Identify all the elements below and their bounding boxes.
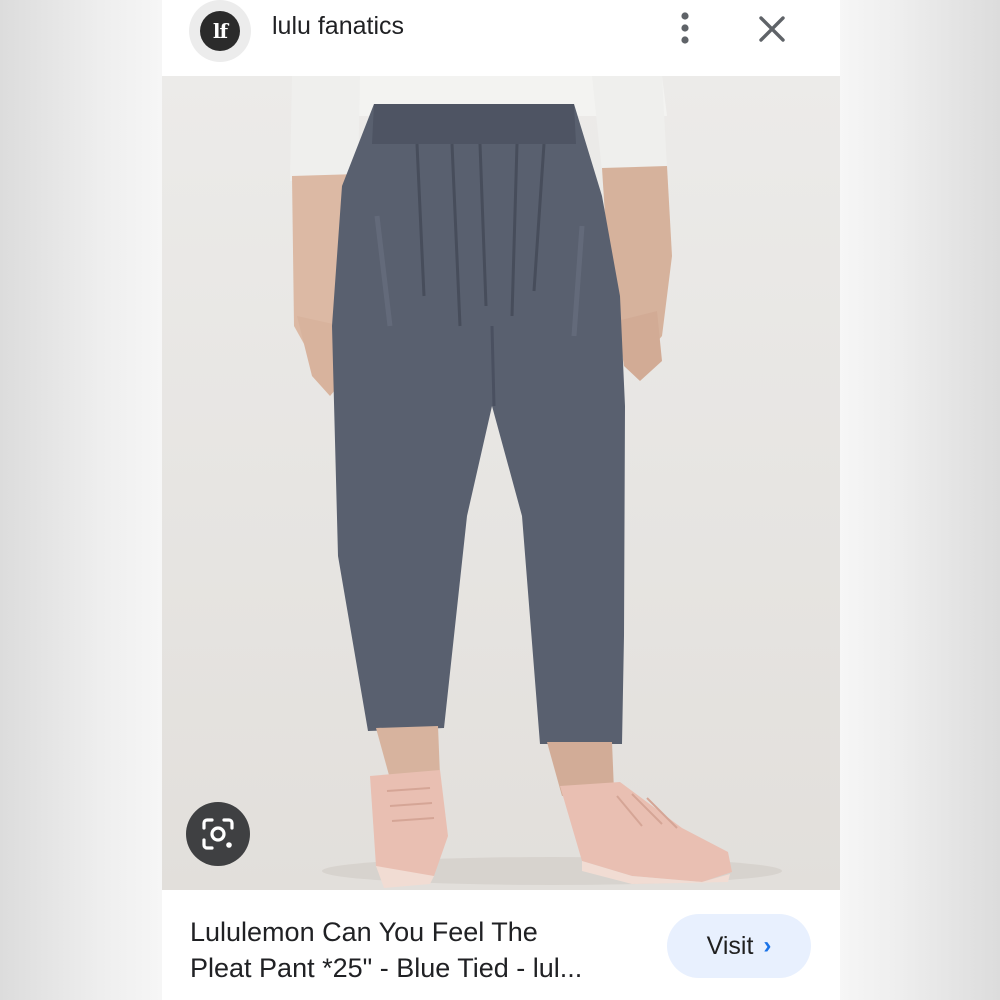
result-footer: Lululemon Can You Feel The Pleat Pant *2… [162,890,840,1000]
google-lens-icon [202,818,234,850]
chevron-right-icon: › [763,932,772,959]
more-options-button[interactable] [670,10,700,50]
google-lens-button[interactable] [186,802,250,866]
source-name[interactable]: lulu fanatics [272,12,404,41]
image-viewer-card: lf lulu fanatics Lululemon Can You Feel … [162,0,840,1000]
source-logo[interactable]: lf [189,0,251,62]
pant-shape [332,104,625,744]
more-vert-icon [681,12,689,44]
viewer-header: lf lulu fanatics [162,0,840,76]
close-icon [759,16,785,42]
visit-label: Visit [706,931,754,960]
result-title-line-1: Lululemon Can You Feel The [190,917,538,947]
pleat-pant-illustration [290,76,782,888]
lulu-fanatics-logo: lf [200,11,240,51]
visit-button[interactable]: Visit › [667,914,811,978]
result-title-line-2: Pleat Pant *25" - Blue Tied - lul... [190,953,583,983]
product-image[interactable] [162,76,840,890]
close-button[interactable] [754,12,790,48]
result-title[interactable]: Lululemon Can You Feel The Pleat Pant *2… [190,914,660,986]
